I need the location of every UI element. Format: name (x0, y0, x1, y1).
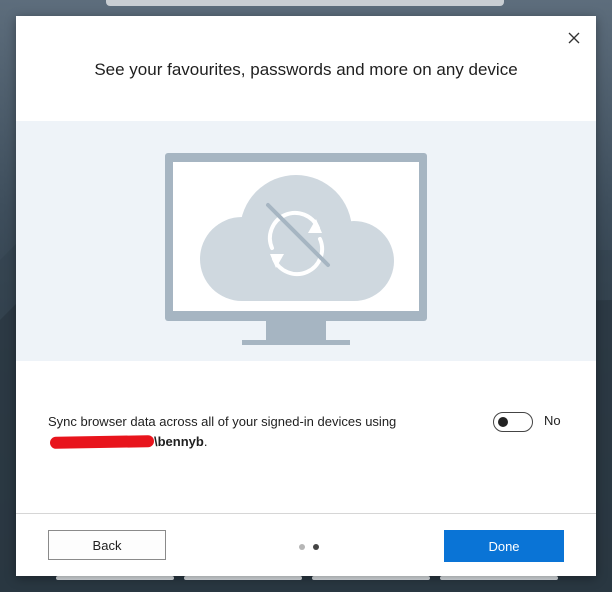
sync-description-suffix: . (203, 434, 208, 449)
background-button (56, 576, 174, 580)
background-button (312, 576, 430, 580)
dialog-title: See your favourites, passwords and more … (94, 60, 518, 79)
page-dot-2-active (313, 544, 319, 550)
sync-toggle-state: No (544, 413, 561, 428)
page-dot-1 (299, 544, 305, 550)
back-button[interactable]: Back (48, 530, 166, 560)
toggle-knob (498, 417, 508, 427)
sync-dialog: See your favourites, passwords and more … (16, 16, 596, 576)
sync-username: \bennyb (154, 434, 204, 449)
hero-illustration (16, 121, 596, 361)
sync-description-text: Sync browser data across all of your sig… (48, 414, 397, 429)
background-button (440, 576, 558, 580)
sync-setting-row: Sync browser data across all of your sig… (48, 412, 568, 452)
close-button[interactable] (566, 30, 582, 46)
sync-disabled-monitor-icon (165, 153, 427, 345)
sync-description: Sync browser data across all of your sig… (48, 412, 408, 452)
footer-divider (16, 513, 596, 514)
close-icon (568, 32, 580, 44)
sync-toggle[interactable] (493, 412, 533, 432)
done-button[interactable]: Done (444, 530, 564, 562)
redacted-account (49, 434, 155, 449)
background-button (184, 576, 302, 580)
